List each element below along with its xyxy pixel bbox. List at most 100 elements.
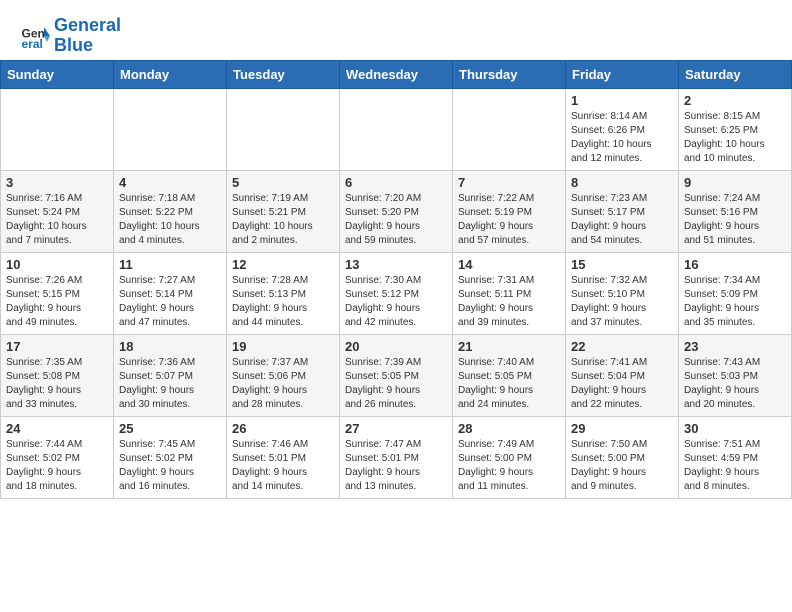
- day-number: 7: [458, 175, 560, 190]
- logo-icon: Gen eral: [20, 21, 50, 51]
- day-info: Sunrise: 7:40 AM Sunset: 5:05 PM Dayligh…: [458, 356, 560, 412]
- day-info: Sunrise: 7:41 AM Sunset: 5:04 PM Dayligh…: [571, 356, 673, 412]
- calendar-cell: 9Sunrise: 7:24 AM Sunset: 5:16 PM Daylig…: [679, 170, 792, 252]
- logo: Gen eral GeneralBlue: [20, 16, 121, 56]
- day-number: 9: [684, 175, 786, 190]
- day-info: Sunrise: 7:26 AM Sunset: 5:15 PM Dayligh…: [6, 274, 108, 330]
- calendar-week-row: 10 Sunrise: 7:26 AM Sunset: 5:15 PM Dayli…: [1, 252, 792, 334]
- weekday-header-row: SundayMondayTuesdayWednesdayThursdayFrid…: [1, 60, 792, 88]
- day-number: 13: [345, 257, 447, 272]
- day-info: Sunrise: 7:22 AM Sunset: 5:19 PM Dayligh…: [458, 192, 560, 248]
- day-info: Sunrise: 7:18 AM Sunset: 5:22 PM Dayligh…: [119, 192, 221, 248]
- day-info: Sunrise: 7:36 AM Sunset: 5:07 PM Dayligh…: [119, 356, 221, 412]
- calendar-cell: 29 Sunrise: 7:50 AM Sunset: 5:00 PM Dayli…: [566, 416, 679, 498]
- day-info: Sunrise: 7:28 AM Sunset: 5:13 PM Dayligh…: [232, 274, 334, 330]
- day-number: 23: [684, 339, 786, 354]
- day-info: Sunrise: 7:50 AM Sunset: 5:00 PM Dayligh…: [571, 438, 673, 494]
- calendar-cell: 18 Sunrise: 7:36 AM Sunset: 5:07 PM Dayli…: [114, 334, 227, 416]
- day-info: Sunrise: 7:31 AM Sunset: 5:11 PM Dayligh…: [458, 274, 560, 330]
- calendar-cell: 3Sunrise: 7:16 AM Sunset: 5:24 PM Daylig…: [1, 170, 114, 252]
- calendar-cell: 12 Sunrise: 7:28 AM Sunset: 5:13 PM Dayli…: [227, 252, 340, 334]
- calendar-cell: 26 Sunrise: 7:46 AM Sunset: 5:01 PM Dayli…: [227, 416, 340, 498]
- calendar-week-row: 17Sunrise: 7:35 AM Sunset: 5:08 PM Dayli…: [1, 334, 792, 416]
- calendar-cell: 6 Sunrise: 7:20 AM Sunset: 5:20 PM Daylig…: [340, 170, 453, 252]
- day-number: 27: [345, 421, 447, 436]
- day-info: Sunrise: 7:51 AM Sunset: 4:59 PM Dayligh…: [684, 438, 786, 494]
- calendar-cell: 25 Sunrise: 7:45 AM Sunset: 5:02 PM Dayli…: [114, 416, 227, 498]
- calendar-cell: 24Sunrise: 7:44 AM Sunset: 5:02 PM Dayli…: [1, 416, 114, 498]
- calendar-cell: 17Sunrise: 7:35 AM Sunset: 5:08 PM Dayli…: [1, 334, 114, 416]
- svg-text:eral: eral: [22, 37, 43, 51]
- day-info: Sunrise: 8:14 AM Sunset: 6:26 PM Dayligh…: [571, 110, 673, 166]
- calendar-cell: 19Sunrise: 7:37 AM Sunset: 5:06 PM Dayli…: [227, 334, 340, 416]
- day-number: 5: [232, 175, 334, 190]
- day-number: 18: [119, 339, 221, 354]
- day-info: Sunrise: 7:47 AM Sunset: 5:01 PM Dayligh…: [345, 438, 447, 494]
- day-number: 10: [6, 257, 108, 272]
- weekday-header: Tuesday: [227, 60, 340, 88]
- day-info: Sunrise: 7:34 AM Sunset: 5:09 PM Dayligh…: [684, 274, 786, 330]
- day-number: 14: [458, 257, 560, 272]
- calendar-cell: 4 Sunrise: 7:18 AM Sunset: 5:22 PM Daylig…: [114, 170, 227, 252]
- day-number: 4: [119, 175, 221, 190]
- day-info: Sunrise: 7:30 AM Sunset: 5:12 PM Dayligh…: [345, 274, 447, 330]
- day-info: Sunrise: 7:27 AM Sunset: 5:14 PM Dayligh…: [119, 274, 221, 330]
- day-number: 21: [458, 339, 560, 354]
- calendar-cell: 14 Sunrise: 7:31 AM Sunset: 5:11 PM Dayli…: [453, 252, 566, 334]
- calendar-cell: [453, 88, 566, 170]
- day-info: Sunrise: 7:39 AM Sunset: 5:05 PM Dayligh…: [345, 356, 447, 412]
- weekday-header: Saturday: [679, 60, 792, 88]
- calendar-cell: 15 Sunrise: 7:32 AM Sunset: 5:10 PM Dayli…: [566, 252, 679, 334]
- logo-text: GeneralBlue: [54, 16, 121, 56]
- calendar-table: SundayMondayTuesdayWednesdayThursdayFrid…: [0, 60, 792, 499]
- weekday-header: Sunday: [1, 60, 114, 88]
- day-number: 11: [119, 257, 221, 272]
- calendar-cell: 27 Sunrise: 7:47 AM Sunset: 5:01 PM Dayli…: [340, 416, 453, 498]
- calendar-cell: 7 Sunrise: 7:22 AM Sunset: 5:19 PM Daylig…: [453, 170, 566, 252]
- day-info: Sunrise: 7:37 AM Sunset: 5:06 PM Dayligh…: [232, 356, 334, 412]
- calendar-cell: [340, 88, 453, 170]
- weekday-header: Thursday: [453, 60, 566, 88]
- day-number: 20: [345, 339, 447, 354]
- day-number: 8: [571, 175, 673, 190]
- calendar-week-row: 3Sunrise: 7:16 AM Sunset: 5:24 PM Daylig…: [1, 170, 792, 252]
- calendar-cell: 21 Sunrise: 7:40 AM Sunset: 5:05 PM Dayli…: [453, 334, 566, 416]
- calendar-cell: 2Sunrise: 8:15 AM Sunset: 6:25 PM Daylig…: [679, 88, 792, 170]
- day-info: Sunrise: 7:35 AM Sunset: 5:08 PM Dayligh…: [6, 356, 108, 412]
- calendar-cell: 22 Sunrise: 7:41 AM Sunset: 5:04 PM Dayli…: [566, 334, 679, 416]
- day-number: 25: [119, 421, 221, 436]
- day-info: Sunrise: 7:23 AM Sunset: 5:17 PM Dayligh…: [571, 192, 673, 248]
- day-info: Sunrise: 7:49 AM Sunset: 5:00 PM Dayligh…: [458, 438, 560, 494]
- day-info: Sunrise: 7:20 AM Sunset: 5:20 PM Dayligh…: [345, 192, 447, 248]
- calendar-cell: 16Sunrise: 7:34 AM Sunset: 5:09 PM Dayli…: [679, 252, 792, 334]
- calendar-week-row: 24Sunrise: 7:44 AM Sunset: 5:02 PM Dayli…: [1, 416, 792, 498]
- day-number: 22: [571, 339, 673, 354]
- day-info: Sunrise: 7:45 AM Sunset: 5:02 PM Dayligh…: [119, 438, 221, 494]
- weekday-header: Wednesday: [340, 60, 453, 88]
- day-info: Sunrise: 7:43 AM Sunset: 5:03 PM Dayligh…: [684, 356, 786, 412]
- page-header: Gen eral GeneralBlue: [0, 0, 792, 60]
- day-info: Sunrise: 7:16 AM Sunset: 5:24 PM Dayligh…: [6, 192, 108, 248]
- day-number: 28: [458, 421, 560, 436]
- weekday-header: Monday: [114, 60, 227, 88]
- day-info: Sunrise: 7:32 AM Sunset: 5:10 PM Dayligh…: [571, 274, 673, 330]
- calendar-cell: 8 Sunrise: 7:23 AM Sunset: 5:17 PM Daylig…: [566, 170, 679, 252]
- calendar-week-row: 1Sunrise: 8:14 AM Sunset: 6:26 PM Daylig…: [1, 88, 792, 170]
- day-info: Sunrise: 8:15 AM Sunset: 6:25 PM Dayligh…: [684, 110, 786, 166]
- calendar-cell: 10 Sunrise: 7:26 AM Sunset: 5:15 PM Dayli…: [1, 252, 114, 334]
- day-number: 29: [571, 421, 673, 436]
- day-number: 15: [571, 257, 673, 272]
- calendar-cell: 1Sunrise: 8:14 AM Sunset: 6:26 PM Daylig…: [566, 88, 679, 170]
- calendar-cell: 30 Sunrise: 7:51 AM Sunset: 4:59 PM Dayli…: [679, 416, 792, 498]
- day-number: 26: [232, 421, 334, 436]
- calendar-cell: 5Sunrise: 7:19 AM Sunset: 5:21 PM Daylig…: [227, 170, 340, 252]
- calendar-cell: 28 Sunrise: 7:49 AM Sunset: 5:00 PM Dayli…: [453, 416, 566, 498]
- calendar-cell: [227, 88, 340, 170]
- calendar-cell: [1, 88, 114, 170]
- calendar-cell: 11 Sunrise: 7:27 AM Sunset: 5:14 PM Dayli…: [114, 252, 227, 334]
- day-number: 30: [684, 421, 786, 436]
- day-number: 12: [232, 257, 334, 272]
- day-info: Sunrise: 7:44 AM Sunset: 5:02 PM Dayligh…: [6, 438, 108, 494]
- day-number: 6: [345, 175, 447, 190]
- day-info: Sunrise: 7:46 AM Sunset: 5:01 PM Dayligh…: [232, 438, 334, 494]
